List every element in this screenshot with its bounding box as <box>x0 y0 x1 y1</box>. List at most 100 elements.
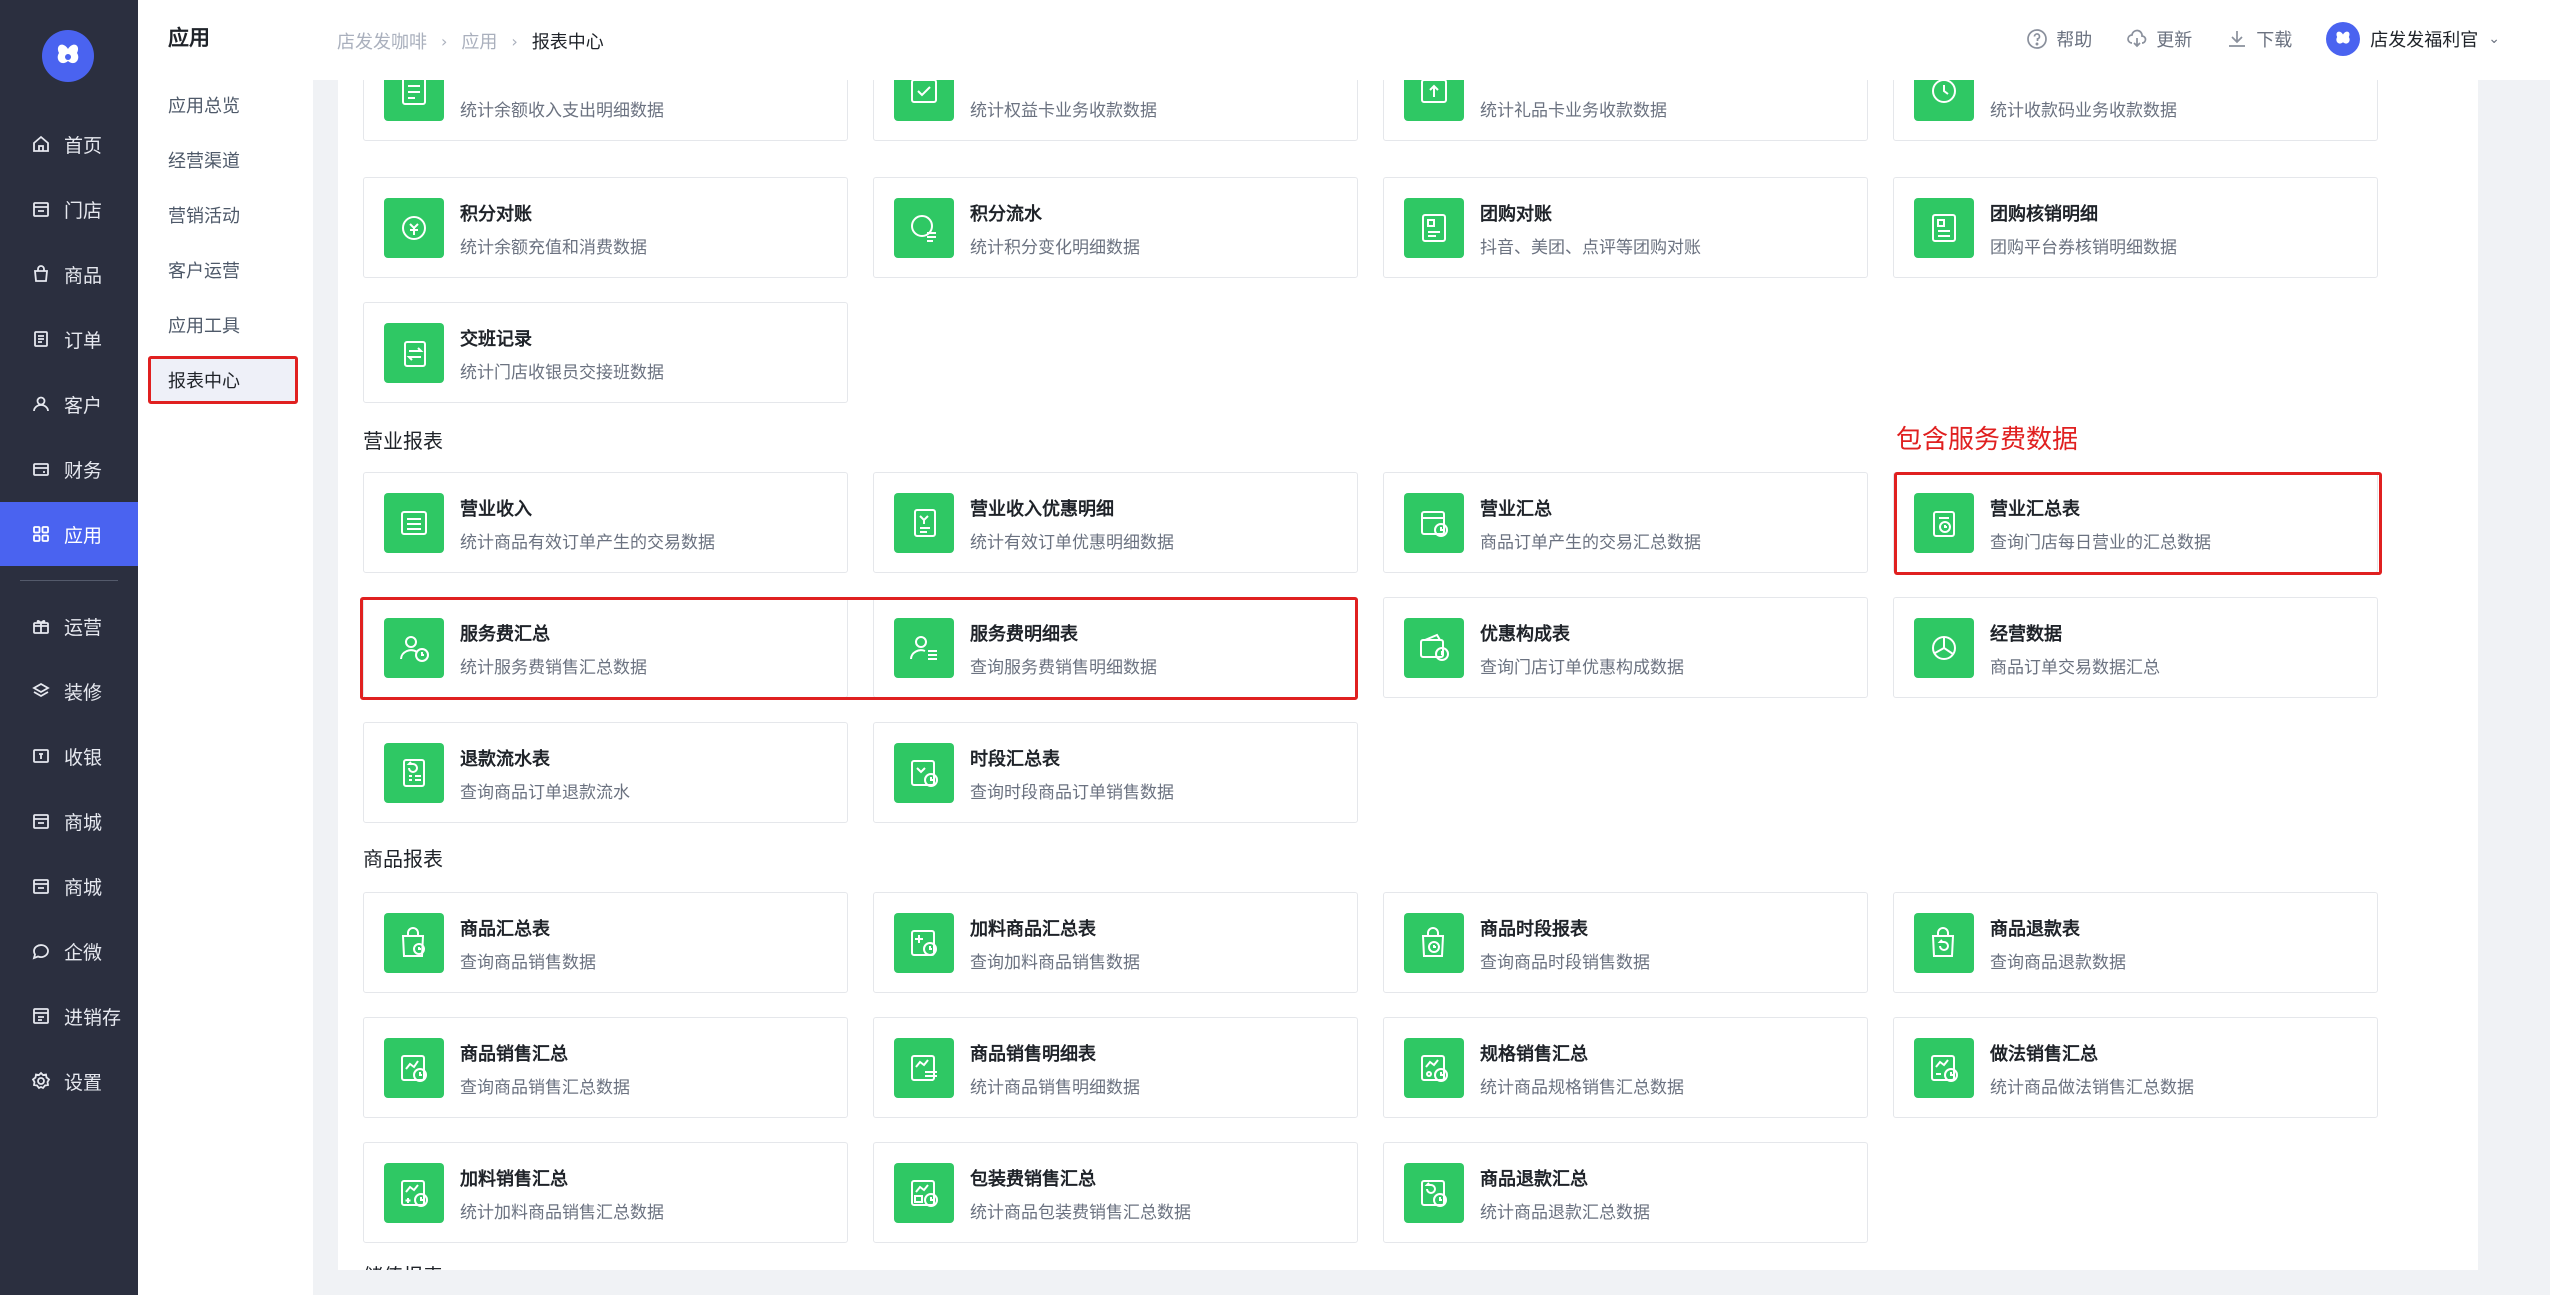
report-card-business-summary-table[interactable]: 营业汇总表 查询门店每日营业的汇总数据 <box>1893 472 2378 573</box>
list-icon <box>384 493 444 553</box>
annotation-note: 包含服务费数据 <box>1896 425 2079 455</box>
card-title: 团购核销明细 <box>1990 204 2098 225</box>
nav-label: 商城 <box>64 811 103 834</box>
card-title: 做法销售汇总 <box>1990 1044 2098 1065</box>
header-tools: 帮助 更新 下载 店发发福利官 ⌄ <box>2026 22 2500 56</box>
breadcrumb-item[interactable]: 应用 <box>461 28 497 54</box>
layers-icon <box>30 680 52 702</box>
card-check-icon <box>894 80 954 121</box>
card-title: 规格销售汇总 <box>1480 1044 1588 1065</box>
report-card-revenue[interactable]: 营业收入 统计商品有效订单产生的交易数据 <box>363 472 848 573</box>
nav-item-finance[interactable]: 财务 <box>0 437 138 501</box>
report-card-shift-record[interactable]: 交班记录 统计门店收银员交接班数据 <box>363 302 848 403</box>
subnav-item-overview[interactable]: 应用总览 <box>168 92 240 118</box>
report-card-product-sales-detail[interactable]: 商品销售明细表 统计商品销售明细数据 <box>873 1017 1358 1118</box>
report-card-points-reconcile[interactable]: 积分对账 统计余额充值和消费数据 <box>363 177 848 278</box>
report-card-refund-flow[interactable]: 退款流水表 查询商品订单退款流水 <box>363 722 848 823</box>
report-card-product-period[interactable]: 商品时段报表 查询商品时段销售数据 <box>1383 892 1868 993</box>
breadcrumb-item[interactable]: 店发发咖啡 <box>337 28 427 54</box>
card-title: 营业收入优惠明细 <box>970 499 1114 520</box>
report-card-period-summary[interactable]: 时段汇总表 查询时段商品订单销售数据 <box>873 722 1358 823</box>
avatar <box>2326 22 2361 56</box>
report-list-icon <box>384 80 444 121</box>
nav-item-mall-1[interactable]: 商城 <box>0 789 138 853</box>
report-card-addon-sales[interactable]: 加料销售汇总 统计加料商品销售汇总数据 <box>363 1142 848 1243</box>
card-desc: 统计服务费销售汇总数据 <box>460 658 647 678</box>
report-card-service-fee-summary[interactable]: 服务费汇总 统计服务费销售汇总数据 <box>363 597 848 698</box>
bag-refund-icon <box>1914 913 1974 973</box>
report-card-balance[interactable]: 统计余额收入支出明细数据 <box>363 80 848 141</box>
report-card-qrcode[interactable]: 统计收款码业务收款数据 <box>1893 80 2378 141</box>
nav-item-customer[interactable]: 客户 <box>0 372 138 436</box>
report-card-product-refund[interactable]: 商品退款表 查询商品退款数据 <box>1893 892 2378 993</box>
card-desc: 统计加料商品销售汇总数据 <box>460 1203 664 1223</box>
card-desc: 统计收款码业务收款数据 <box>1990 101 2177 121</box>
bag-clock-icon <box>384 913 444 973</box>
user-icon <box>30 393 52 415</box>
report-card-product-refund-summary[interactable]: 商品退款汇总 统计商品退款汇总数据 <box>1383 1142 1868 1243</box>
card-title: 营业汇总 <box>1480 499 1552 520</box>
card-desc: 查询时段商品订单销售数据 <box>970 783 1174 803</box>
refund-list-icon <box>384 743 444 803</box>
nav-label: 进销存 <box>64 1006 122 1029</box>
nav-label: 商品 <box>64 264 103 287</box>
card-title: 优惠构成表 <box>1480 624 1570 645</box>
subnav-item-channels[interactable]: 经营渠道 <box>168 147 240 173</box>
report-card-operating-data[interactable]: 经营数据 商品订单交易数据汇总 <box>1893 597 2378 698</box>
card-desc: 查询商品销售汇总数据 <box>460 1078 630 1098</box>
card-desc: 统计商品有效订单产生的交易数据 <box>460 533 715 553</box>
nav-item-home[interactable]: 首页 <box>0 112 138 176</box>
user-menu[interactable]: 店发发福利官 ⌄ <box>2326 22 2500 56</box>
nav-item-settings[interactable]: 设置 <box>0 1049 138 1113</box>
update-button[interactable]: 更新 <box>2126 26 2192 52</box>
nav-item-store[interactable]: 门店 <box>0 177 138 241</box>
report-card-method-sales[interactable]: 做法销售汇总 统计商品做法销售汇总数据 <box>1893 1017 2378 1118</box>
top-header: 店发发咖啡 › 应用 › 报表中心 帮助 更新 下载 店发发福利官 ⌄ <box>313 0 2550 80</box>
section-title-product: 商品报表 <box>363 847 443 871</box>
help-icon <box>2027 29 2048 49</box>
report-card-spec-sales[interactable]: 规格销售汇总 统计商品规格销售汇总数据 <box>1383 1017 1868 1118</box>
report-card-discount-composition[interactable]: 优惠构成表 查询门店订单优惠构成数据 <box>1383 597 1868 698</box>
card-title: 加料商品汇总表 <box>970 919 1096 940</box>
report-card-revenue-discount[interactable]: 营业收入优惠明细 统计有效订单优惠明细数据 <box>873 472 1358 573</box>
subnav-item-customer-ops[interactable]: 客户运营 <box>168 257 240 283</box>
nav-item-cashier[interactable]: 收银 <box>0 724 138 788</box>
report-card-product-sales-summary[interactable]: 商品销售汇总 查询商品销售汇总数据 <box>363 1017 848 1118</box>
nav-item-mall-2[interactable]: 商城 <box>0 854 138 918</box>
nav-label: 客户 <box>64 394 103 417</box>
report-card-packaging-sales[interactable]: 包装费销售汇总 统计商品包装费销售汇总数据 <box>873 1142 1358 1243</box>
home-icon <box>30 133 52 155</box>
report-card-groupbuy-reconcile[interactable]: 团购对账 抖音、美团、点评等团购对账 <box>1383 177 1868 278</box>
nav-item-inventory[interactable]: 进销存 <box>0 984 138 1048</box>
butterfly-logo-icon <box>57 44 79 64</box>
subnav-item-report-center[interactable]: 报表中心 <box>168 367 240 393</box>
card-desc: 团购平台券核销明细数据 <box>1990 238 2177 258</box>
report-card-product-summary[interactable]: 商品汇总表 查询商品销售数据 <box>363 892 848 993</box>
download-label: 下载 <box>2256 30 2293 51</box>
nav-item-operation[interactable]: 运营 <box>0 594 138 658</box>
report-card-giftcard[interactable]: 统计礼品卡业务收款数据 <box>1383 80 1868 141</box>
report-card-points-flow[interactable]: 积分流水 统计积分变化明细数据 <box>873 177 1358 278</box>
nav-label: 企微 <box>64 941 103 964</box>
card-desc: 商品订单交易数据汇总 <box>1990 658 2160 678</box>
help-button[interactable]: 帮助 <box>2026 26 2092 52</box>
report-card-addon-product-summary[interactable]: 加料商品汇总表 查询加料商品销售数据 <box>873 892 1358 993</box>
report-card-membership[interactable]: 统计权益卡业务收款数据 <box>873 80 1358 141</box>
bag-time-icon <box>1404 913 1464 973</box>
nav-item-decoration[interactable]: 装修 <box>0 659 138 723</box>
report-card-service-fee-detail[interactable]: 服务费明细表 查询服务费销售明细数据 <box>873 597 1358 698</box>
swap-icon <box>384 323 444 383</box>
subnav-item-tools[interactable]: 应用工具 <box>168 312 240 338</box>
subnav-item-marketing[interactable]: 营销活动 <box>168 202 240 228</box>
nav-item-order[interactable]: 订单 <box>0 307 138 371</box>
nav-item-wecom[interactable]: 企微 <box>0 919 138 983</box>
download-button[interactable]: 下载 <box>2226 26 2292 52</box>
card-desc: 查询商品销售数据 <box>460 953 596 973</box>
app-logo[interactable] <box>42 30 94 82</box>
card-title: 商品销售汇总 <box>460 1044 568 1065</box>
nav-item-apps[interactable]: 应用 <box>0 502 138 566</box>
report-card-groupbuy-writeoff[interactable]: 团购核销明细 团购平台券核销明细数据 <box>1893 177 2378 278</box>
nav-item-product[interactable]: 商品 <box>0 242 138 306</box>
report-card-business-summary[interactable]: 营业汇总 商品订单产生的交易汇总数据 <box>1383 472 1868 573</box>
cloud-download-icon <box>2127 29 2147 48</box>
